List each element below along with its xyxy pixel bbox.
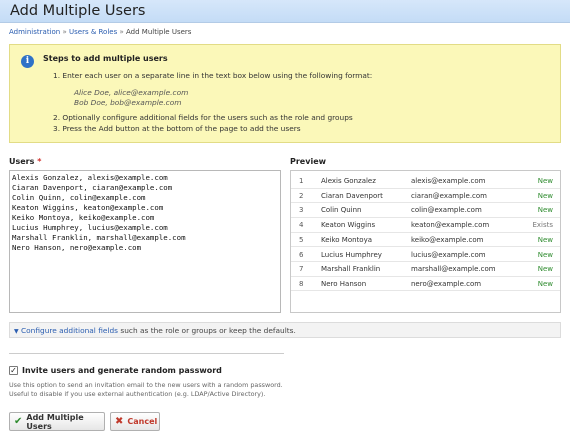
triangle-right-icon[interactable]: ▼ bbox=[14, 328, 19, 335]
preview-row-name: Alexis Gonzalez bbox=[321, 177, 376, 185]
preview-row-email: keaton@example.com bbox=[411, 221, 490, 230]
preview-row-email: lucius@example.com bbox=[411, 250, 486, 259]
required-marker: * bbox=[37, 157, 42, 166]
breadcrumb-administration[interactable]: Administration bbox=[9, 28, 60, 36]
notice-step-3: 3. Press the Add button at the bottom of… bbox=[53, 124, 301, 133]
preview-row-number: 2 bbox=[299, 191, 304, 200]
cancel-button[interactable]: ✖ Cancel bbox=[110, 412, 160, 431]
preview-row-status: New bbox=[537, 177, 553, 185]
preview-row-status: New bbox=[537, 206, 553, 215]
preview-row-name: Lucius Humphrey bbox=[321, 250, 382, 259]
preview-row-name: Nero Hanson bbox=[321, 279, 367, 288]
configure-fields-link[interactable]: Configure additional fields bbox=[21, 326, 118, 335]
notice-title: Steps to add multiple users bbox=[43, 54, 168, 63]
preview-row-status: New bbox=[537, 265, 553, 274]
cancel-button-label: Cancel bbox=[127, 417, 158, 426]
preview-row: 2 Ciaran Davenport ciaran@example.com New bbox=[291, 189, 560, 204]
preview-row: 4 Keaton Wiggins keaton@example.com Exists bbox=[291, 218, 560, 233]
invite-help-line-2: Useful to disable if you use external au… bbox=[9, 390, 266, 398]
preview-row: 5 Keiko Montoya keiko@example.com New bbox=[291, 233, 560, 248]
breadcrumb-separator: » bbox=[119, 28, 124, 36]
preview-row-number: 1 bbox=[299, 177, 304, 185]
page-title: Add Multiple Users bbox=[10, 3, 146, 19]
preview-row-status: New bbox=[537, 191, 553, 200]
add-button-label: Add Multiple Users bbox=[26, 412, 84, 431]
preview-row: 3 Colin Quinn colin@example.com New bbox=[291, 203, 560, 218]
preview-row-status: Exists bbox=[532, 221, 553, 230]
preview-row-number: 3 bbox=[299, 206, 304, 215]
divider bbox=[9, 353, 284, 354]
preview-row-name: Keiko Montoya bbox=[321, 235, 373, 244]
preview-row-name: Marshall Franklin bbox=[321, 265, 381, 274]
add-multiple-users-button[interactable]: ✔ Add Multiple Users bbox=[9, 412, 105, 431]
invite-help-line-1: Use this option to send an invitation em… bbox=[9, 381, 283, 389]
preview-row-status: New bbox=[537, 235, 553, 244]
preview-row-number: 6 bbox=[299, 250, 304, 259]
preview-row-number: 8 bbox=[299, 279, 304, 288]
preview-row-name: Keaton Wiggins bbox=[321, 221, 376, 230]
preview-row-email: alexis@example.com bbox=[411, 177, 486, 185]
preview-row-number: 5 bbox=[299, 235, 304, 244]
preview-row: 6 Lucius Humphrey lucius@example.com New bbox=[291, 248, 560, 262]
preview-row-number: 7 bbox=[299, 265, 304, 274]
page-header: Add Multiple Users bbox=[0, 0, 570, 23]
notice-step-2: 2. Optionally configure additional field… bbox=[53, 113, 353, 122]
invite-label[interactable]: Invite users and generate random passwor… bbox=[22, 366, 222, 375]
breadcrumb-separator: » bbox=[62, 28, 67, 36]
preview-row-email: nero@example.com bbox=[411, 279, 482, 288]
breadcrumb-users-roles[interactable]: Users & Roles bbox=[69, 28, 117, 36]
notice-example-1: Alice Doe, alice@example.com bbox=[74, 88, 189, 97]
preview-row: 1 Alexis Gonzalez alexis@example.com New bbox=[291, 174, 560, 189]
info-icon: i bbox=[21, 55, 34, 68]
preview-row-email: ciaran@example.com bbox=[411, 191, 487, 200]
preview-row: 8 Nero Hanson nero@example.com New bbox=[291, 277, 560, 292]
configure-fields-text: such as the role or groups or keep the d… bbox=[118, 326, 296, 335]
configure-fields-bar: ▼ Configure additional fields such as th… bbox=[9, 322, 561, 338]
x-icon: ✖ bbox=[115, 416, 124, 427]
preview-row-email: keiko@example.com bbox=[411, 235, 484, 244]
preview-row-status: New bbox=[537, 250, 553, 259]
preview-table: 1 Alexis Gonzalez alexis@example.com New 2 Ci… bbox=[290, 170, 561, 313]
breadcrumb-current: Add Multiple Users bbox=[126, 28, 192, 36]
users-label-text: Users bbox=[9, 157, 35, 166]
preview-label: Preview bbox=[290, 157, 327, 166]
preview-row-name: Ciaran Davenport bbox=[321, 191, 383, 200]
breadcrumb: Administration » Users & Roles » Add Mul… bbox=[9, 28, 191, 36]
notice-step-1: 1. Enter each user on a separate line in… bbox=[53, 71, 373, 80]
instructions-notice: i Steps to add multiple users 1. Enter e… bbox=[9, 44, 561, 143]
users-label: Users * bbox=[9, 157, 41, 166]
preview-row-name: Colin Quinn bbox=[321, 206, 362, 215]
invite-checkbox[interactable]: ✓ bbox=[9, 366, 18, 375]
preview-row-number: 4 bbox=[299, 221, 304, 230]
notice-example-2: Bob Doe, bob@example.com bbox=[74, 98, 182, 107]
preview-row-email: colin@example.com bbox=[411, 206, 482, 215]
preview-row: 7 Marshall Franklin marshall@example.com Ne… bbox=[291, 262, 560, 277]
preview-row-status: New bbox=[537, 279, 553, 288]
users-textarea[interactable] bbox=[9, 170, 281, 313]
preview-row-email: marshall@example.com bbox=[411, 265, 496, 274]
checkmark-icon: ✔ bbox=[14, 416, 23, 427]
